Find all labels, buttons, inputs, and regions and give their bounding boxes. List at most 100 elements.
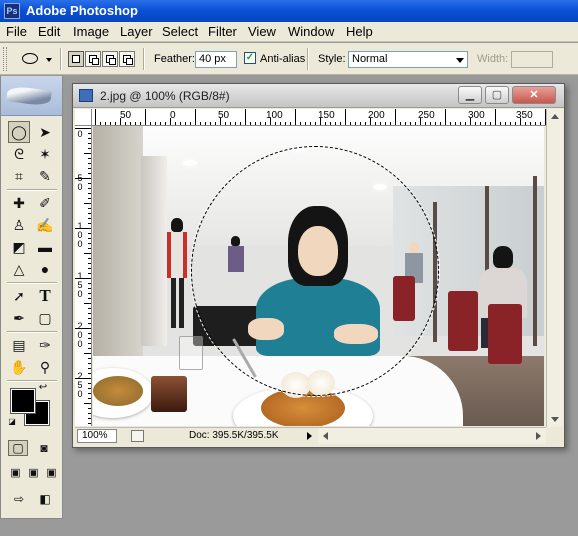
gradient-tool[interactable]: ▬	[34, 236, 56, 258]
ruler-tick	[88, 273, 91, 274]
ruler-tick	[415, 122, 416, 125]
path-selection-tool[interactable]: ➚	[8, 285, 30, 307]
zoom-tool[interactable]: ⚲	[34, 356, 56, 378]
ruler-tick	[345, 109, 346, 125]
swap-colors-icon[interactable]: ↩	[37, 382, 49, 394]
zoom-field[interactable]: 100%	[77, 429, 117, 443]
default-colors-icon[interactable]: ◪	[7, 417, 17, 427]
ruler-tick	[88, 138, 91, 139]
red-chair	[488, 304, 522, 364]
person-hair	[171, 218, 183, 232]
move-tool[interactable]: ➤	[34, 121, 56, 143]
full-screen-menu-mode-button[interactable]: ▣	[26, 466, 41, 481]
standard-mode-button[interactable]: ▢	[8, 440, 28, 456]
eyedropper-tool[interactable]: ✑	[34, 334, 56, 356]
ruler-tick	[265, 122, 266, 125]
tool-preset-dropdown-icon[interactable]	[46, 58, 52, 62]
status-bar-icon[interactable]	[131, 430, 144, 442]
standard-screen-mode-button[interactable]: ▣	[8, 466, 23, 481]
edit-in-imageready-button[interactable]: ⇨	[8, 490, 30, 508]
divider	[143, 48, 145, 70]
scroll-right-icon[interactable]	[536, 432, 541, 440]
menu-window[interactable]: Window	[288, 24, 334, 39]
elliptical-marquee-selection[interactable]	[191, 146, 439, 396]
shape-tool[interactable]: ▢	[34, 307, 56, 329]
healing-brush-tool[interactable]: ✚	[8, 192, 30, 214]
vertical-ruler[interactable]: 0 5 0 1 0 0 1 5 0 2 0 0 2 5 0	[75, 126, 92, 426]
ruler-origin[interactable]	[75, 109, 92, 126]
ruler-tick	[88, 283, 91, 284]
menu-edit[interactable]: Edit	[38, 24, 60, 39]
blur-tool[interactable]: △	[8, 258, 30, 280]
ruler-tick	[88, 243, 91, 244]
document-title-bar[interactable]: 2.jpg @ 100% (RGB/8#) ▁ ▢ ✕	[73, 84, 564, 108]
ruler-tick	[225, 122, 226, 125]
history-brush-tool[interactable]: ✍	[34, 214, 56, 236]
notes-tool[interactable]: ▤	[8, 334, 30, 356]
ruler-tick	[88, 148, 91, 149]
full-screen-mode-button[interactable]: ▣	[44, 466, 59, 481]
antialias-checkbox[interactable]: ✓	[244, 52, 256, 64]
toolbox: ◯ ➤ ᘓ ✶ ⌗ ✎ ✚ ✐ ♙ ✍ ◩ ▬ △ ● ➚ T ✒ ▢ ▤ ✑ …	[0, 76, 63, 519]
ruler-tick	[88, 223, 91, 224]
crop-tool[interactable]: ⌗	[8, 165, 30, 187]
ruler-tick	[230, 122, 231, 125]
toolbox-header[interactable]	[1, 76, 62, 116]
ruler-tick	[100, 122, 101, 125]
slice-tool[interactable]: ✎	[34, 165, 56, 187]
type-tool[interactable]: T	[34, 285, 56, 307]
person-hair	[493, 246, 513, 268]
style-select[interactable]: Normal	[348, 51, 468, 68]
vertical-scrollbar[interactable]	[546, 109, 563, 427]
imageready-icon[interactable]: ◧	[34, 490, 56, 508]
image-canvas[interactable]	[93, 126, 544, 426]
horizontal-scrollbar[interactable]	[318, 427, 546, 444]
menu-layer[interactable]: Layer	[120, 24, 153, 39]
minimize-button[interactable]: ▁	[458, 86, 482, 104]
add-to-selection-button[interactable]	[85, 51, 101, 67]
scroll-left-icon[interactable]	[323, 432, 328, 440]
scroll-down-icon[interactable]	[551, 417, 559, 422]
pen-tool[interactable]: ✒	[8, 307, 30, 329]
ruler-tick	[88, 383, 91, 384]
feather-input[interactable]: 40 px	[195, 51, 237, 68]
menu-image[interactable]: Image	[73, 24, 109, 39]
intersect-selection-button[interactable]	[119, 51, 135, 67]
ruler-tick	[84, 353, 91, 354]
hand-tool[interactable]: ✋	[8, 356, 30, 378]
dodge-tool[interactable]: ●	[34, 258, 56, 280]
lasso-tool[interactable]: ᘓ	[8, 143, 30, 165]
foreground-color-swatch[interactable]	[10, 388, 36, 414]
clone-stamp-tool[interactable]: ♙	[8, 214, 30, 236]
ruler-tick	[84, 203, 91, 204]
new-selection-button[interactable]	[68, 51, 84, 67]
options-bar-grip[interactable]	[3, 47, 7, 71]
width-input[interactable]	[511, 51, 553, 68]
ruler-tick	[250, 122, 251, 125]
elliptical-marquee-tool[interactable]: ◯	[8, 121, 30, 143]
maximize-button[interactable]: ▢	[485, 86, 509, 104]
magic-wand-tool[interactable]: ✶	[34, 143, 56, 165]
elliptical-marquee-icon[interactable]	[22, 53, 38, 64]
quick-mask-button[interactable]: ◙	[34, 440, 54, 456]
brush-tool[interactable]: ✐	[34, 192, 56, 214]
eraser-tool[interactable]: ◩	[8, 236, 30, 258]
ruler-tick	[75, 178, 91, 179]
close-button[interactable]: ✕	[512, 86, 556, 104]
horizontal-ruler[interactable]: 50 0 50 100 150 200 250 300 350	[92, 109, 546, 126]
status-menu-arrow-icon[interactable]	[307, 432, 312, 440]
ruler-label: 350	[516, 110, 533, 121]
ruler-tick	[380, 122, 381, 125]
ruler-tick	[84, 153, 91, 154]
menu-select[interactable]: Select	[162, 24, 198, 39]
ruler-label: 2 5 0	[77, 371, 83, 399]
ruler-tick	[540, 122, 541, 125]
menu-view[interactable]: View	[248, 24, 276, 39]
menu-help[interactable]: Help	[346, 24, 373, 39]
scroll-up-icon[interactable]	[551, 114, 559, 119]
ruler-tick	[445, 109, 446, 125]
menu-file[interactable]: File	[6, 24, 27, 39]
subtract-from-selection-button[interactable]	[102, 51, 118, 67]
menu-filter[interactable]: Filter	[208, 24, 237, 39]
red-chair	[448, 291, 478, 351]
